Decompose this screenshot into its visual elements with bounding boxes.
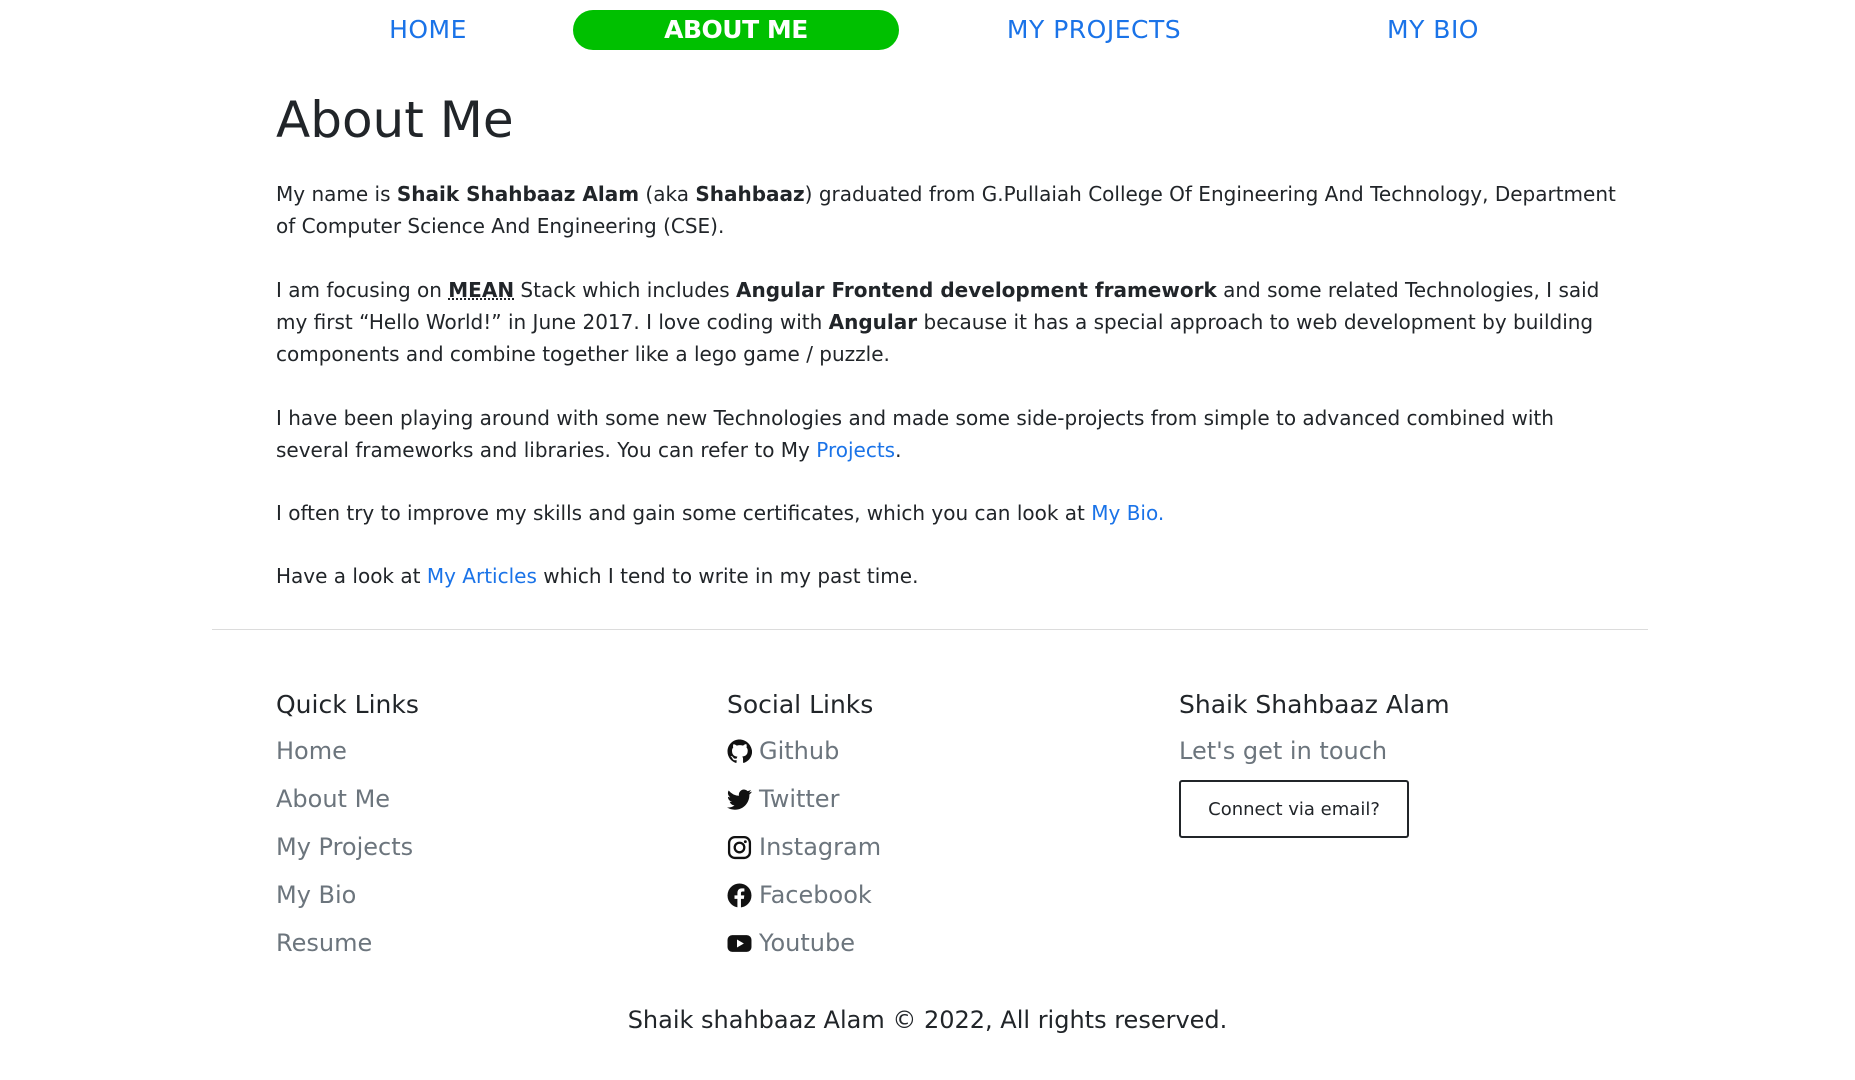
list-item: Facebook [727,871,881,919]
footer-link-home[interactable]: Home [276,728,347,774]
text: Have a look at [276,564,427,588]
youtube-icon [727,934,752,952]
angular-framework-text: Angular Frontend development framework [736,278,1217,302]
list-item: My Projects [276,823,419,871]
nav-home[interactable]: HOME [366,10,490,50]
my-bio-link[interactable]: My Bio. [1091,501,1164,525]
contact-subtext: Let's get in touch [1179,737,1388,765]
footer-link-about-me[interactable]: About Me [276,776,390,822]
articles-paragraph: Have a look at My Articles which I tend … [276,560,1621,592]
list-item: Instagram [727,823,881,871]
nav-my-bio[interactable]: MY BIO [1372,10,1494,50]
social-link-youtube[interactable]: Youtube [759,920,855,966]
instagram-icon [727,835,752,859]
section-divider [212,629,1648,630]
projects-paragraph: I have been playing around with some new… [276,402,1621,466]
contact-heading: Shaik Shahbaaz Alam [1179,690,1450,719]
list-item: Github [727,727,881,775]
quick-links-heading: Quick Links [276,690,419,719]
list-item: Twitter [727,775,881,823]
top-navigation: HOME ABOUT ME MY PROJECTS MY BIO [0,10,1855,50]
connect-email-button[interactable]: Connect via email? [1179,780,1409,838]
full-name: Shaik Shahbaaz Alam [396,182,640,206]
social-links-column: Social Links Github Twitter Instagram Fa… [727,688,881,967]
copyright-text: Shaik shahbaaz Alam © 2022, All rights r… [627,1006,1228,1034]
text: I have been playing around with some new… [276,406,1554,462]
page-title: About Me [276,91,514,149]
about-section: About Me My name is Shaik Shahbaaz Alam … [276,86,1621,588]
twitter-icon [727,789,752,810]
list-item: Youtube [727,919,881,967]
text: which I tend to write in my past time. [536,564,919,588]
social-link-twitter[interactable]: Twitter [759,776,839,822]
github-icon [727,739,752,763]
text: (aka [639,182,696,206]
focus-paragraph: I am focusing on MEAN Stack which includ… [276,274,1621,370]
facebook-icon [727,883,752,907]
list-item: Resume [276,919,419,967]
social-link-facebook[interactable]: Facebook [759,872,872,918]
contact-column: Shaik Shahbaaz Alam Let's get in touch C… [1179,688,1450,838]
quick-links-column: Quick Links Home About Me My Projects My… [276,688,419,967]
angular-text: Angular [828,310,918,334]
footer-link-resume[interactable]: Resume [276,920,372,966]
nickname: Shahbaaz [695,182,805,206]
social-links-heading: Social Links [727,690,874,719]
nav-my-projects[interactable]: MY PROJECTS [986,10,1202,50]
footer-link-my-bio[interactable]: My Bio [276,872,356,918]
list-item: My Bio [276,871,419,919]
social-link-instagram[interactable]: Instagram [759,824,881,870]
intro-paragraph: My name is Shaik Shahbaaz Alam (aka Shah… [276,178,1621,242]
text: I often try to improve my skills and gai… [276,501,1092,525]
list-item: Home [276,727,419,775]
social-link-github[interactable]: Github [759,728,839,774]
mean-abbreviation[interactable]: MEAN [448,278,514,302]
footer-link-my-projects[interactable]: My Projects [276,824,413,870]
bio-paragraph: I often try to improve my skills and gai… [276,497,1621,529]
list-item: About Me [276,775,419,823]
text: My name is [276,182,397,206]
text: Stack which includes [514,278,737,302]
nav-about-me[interactable]: ABOUT ME [573,10,899,50]
text: . [895,438,902,462]
projects-link[interactable]: Projects [816,438,895,462]
text: I am focusing on [276,278,449,302]
my-articles-link[interactable]: My Articles [427,564,537,588]
